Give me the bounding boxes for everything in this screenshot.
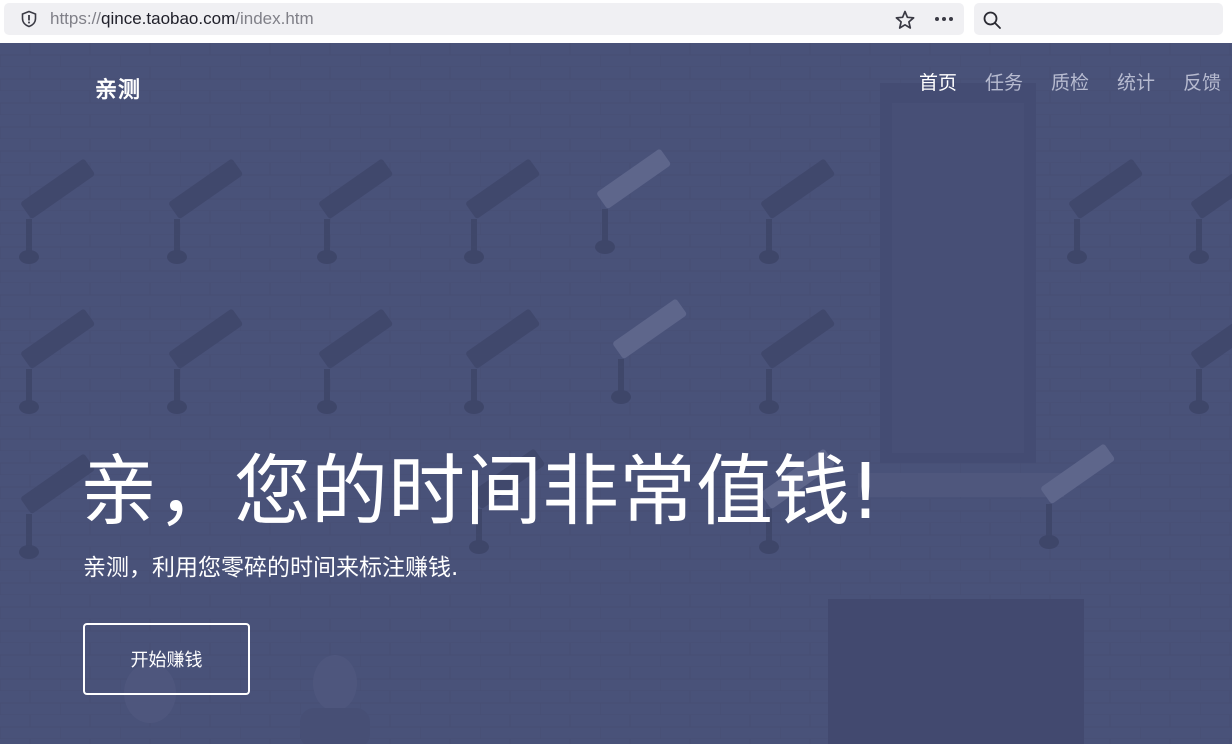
url-host: qince.taobao.com [101, 9, 236, 28]
hero-headline: 亲，您的时间非常值钱! [80, 448, 881, 537]
nav-item-feedback[interactable]: 反馈 [1183, 70, 1221, 96]
main-nav: 首页 任务 质检 统计 反馈 [919, 70, 1232, 96]
url-scheme: https:// [50, 9, 102, 28]
search-icon [983, 11, 1001, 29]
star-icon[interactable] [894, 9, 916, 31]
nav-item-statistics[interactable]: 统计 [1117, 70, 1155, 96]
url-path: /index.htm [235, 9, 314, 28]
browser-toolbar: https://qince.taobao.com/index.htm [0, 0, 1232, 40]
site-logo[interactable]: 亲测 [95, 72, 141, 104]
start-earning-button[interactable]: 开始赚钱 [83, 623, 250, 695]
nav-item-quality-check[interactable]: 质检 [1051, 70, 1089, 96]
url-text[interactable]: https://qince.taobao.com/index.htm [50, 9, 314, 29]
shield-icon[interactable] [20, 10, 38, 28]
hero-subheadline: 亲测，利用您零碎的时间来标注赚钱. [83, 555, 459, 581]
hero-section: 亲测 首页 任务 质检 统计 反馈 亲，您的时间非常值钱! 亲测，利用您零碎的时… [0, 43, 1232, 744]
address-bar[interactable]: https://qince.taobao.com/index.htm [4, 3, 964, 35]
search-input[interactable] [1008, 7, 1214, 31]
search-box[interactable] [974, 3, 1223, 35]
more-dots-icon[interactable] [932, 7, 956, 31]
nav-item-tasks[interactable]: 任务 [985, 70, 1023, 96]
nav-item-home[interactable]: 首页 [919, 70, 957, 96]
